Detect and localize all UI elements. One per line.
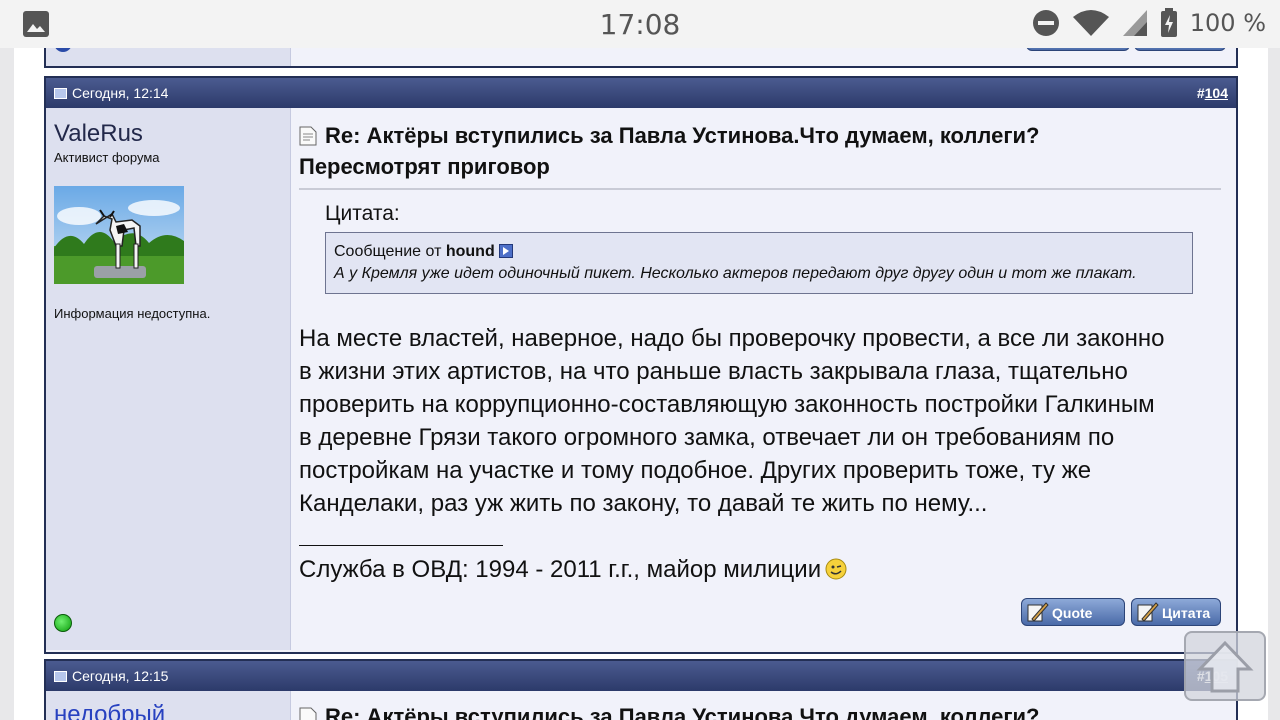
wink-smiley-icon: [825, 558, 847, 580]
previous-post-fragment: [44, 48, 1238, 68]
quote-text: А у Кремля уже идет одиночный пикет. Нес…: [334, 265, 1137, 282]
username-link[interactable]: ValeRus: [54, 120, 143, 148]
quote-icon: [1137, 602, 1159, 622]
signal-icon: [1122, 10, 1147, 36]
post-date: Сегодня, 12:15: [72, 668, 169, 684]
battery-percent: 100 %: [1189, 9, 1266, 37]
avatar[interactable]: [54, 186, 184, 284]
post-date-icon: [54, 671, 67, 682]
online-status-icon: [54, 614, 72, 632]
post-number-link[interactable]: #104: [1197, 78, 1228, 108]
post-date-icon: [54, 88, 67, 99]
status-icons: 100 %: [1032, 8, 1266, 38]
quote-label: Цитата:: [325, 202, 400, 225]
post-header: Сегодня, 12:14 #104: [46, 78, 1236, 108]
quote-box: Сообщение от hound А у Кремля уже идет о…: [325, 232, 1193, 294]
post-105: Сегодня, 12:15 #105 недобрый Re: Актёры …: [44, 659, 1238, 720]
signature: Служба в ОВД: 1994 - 2011 г.г., майор ми…: [299, 556, 847, 584]
post-content: Re: Актёры вступились за Павла Устинова.…: [291, 691, 1236, 720]
user-sidebar: недобрый: [46, 691, 291, 720]
quote-button[interactable]: [1134, 48, 1226, 51]
post-104: Сегодня, 12:14 #104 ValeRus Активист фор…: [44, 76, 1238, 654]
battery-icon: [1160, 8, 1177, 37]
signature-divider: [299, 545, 503, 546]
post-content: Re: Актёры вступились за Павла Устинова.…: [291, 108, 1236, 650]
user-title: Активист форума: [54, 150, 160, 165]
arrow-up-icon: [1196, 640, 1254, 693]
title-divider: [299, 188, 1221, 190]
quote-from: Сообщение от hound: [334, 243, 513, 261]
back-to-top-button[interactable]: [1184, 631, 1266, 701]
wifi-icon: [1072, 10, 1109, 36]
quote-button[interactable]: Цитата: [1131, 598, 1221, 626]
user-info: Информация недоступна.: [54, 306, 211, 321]
username-link[interactable]: недобрый: [54, 701, 165, 720]
quick-quote-button[interactable]: Quote: [1021, 598, 1125, 626]
post-title: Re: Актёры вступились за Павла Устинова.…: [299, 701, 1199, 720]
post-icon: [299, 126, 317, 146]
do-not-disturb-icon: [1032, 10, 1059, 36]
quick-quote-button[interactable]: [1026, 48, 1130, 51]
post-header: Сегодня, 12:15 #105: [46, 661, 1236, 691]
content-column: Сегодня, 12:14 #104 ValeRus Активист фор…: [14, 48, 1268, 720]
post-date: Сегодня, 12:14: [72, 85, 169, 101]
status-bar: 17:08 100 %: [0, 0, 1280, 48]
forum-page[interactable]: Сегодня, 12:14 #104 ValeRus Активист фор…: [0, 48, 1280, 720]
user-sidebar: ValeRus Активист форума Информация недос…: [46, 108, 291, 650]
post-message: На месте властей, наверное, надо бы пров…: [299, 325, 1165, 517]
post-title: Re: Актёры вступились за Павла Устинова.…: [299, 123, 1040, 179]
quote-author: hound: [445, 243, 495, 260]
view-post-icon[interactable]: [498, 244, 513, 258]
post-icon: [299, 707, 317, 720]
quick-quote-icon: [1027, 602, 1049, 622]
